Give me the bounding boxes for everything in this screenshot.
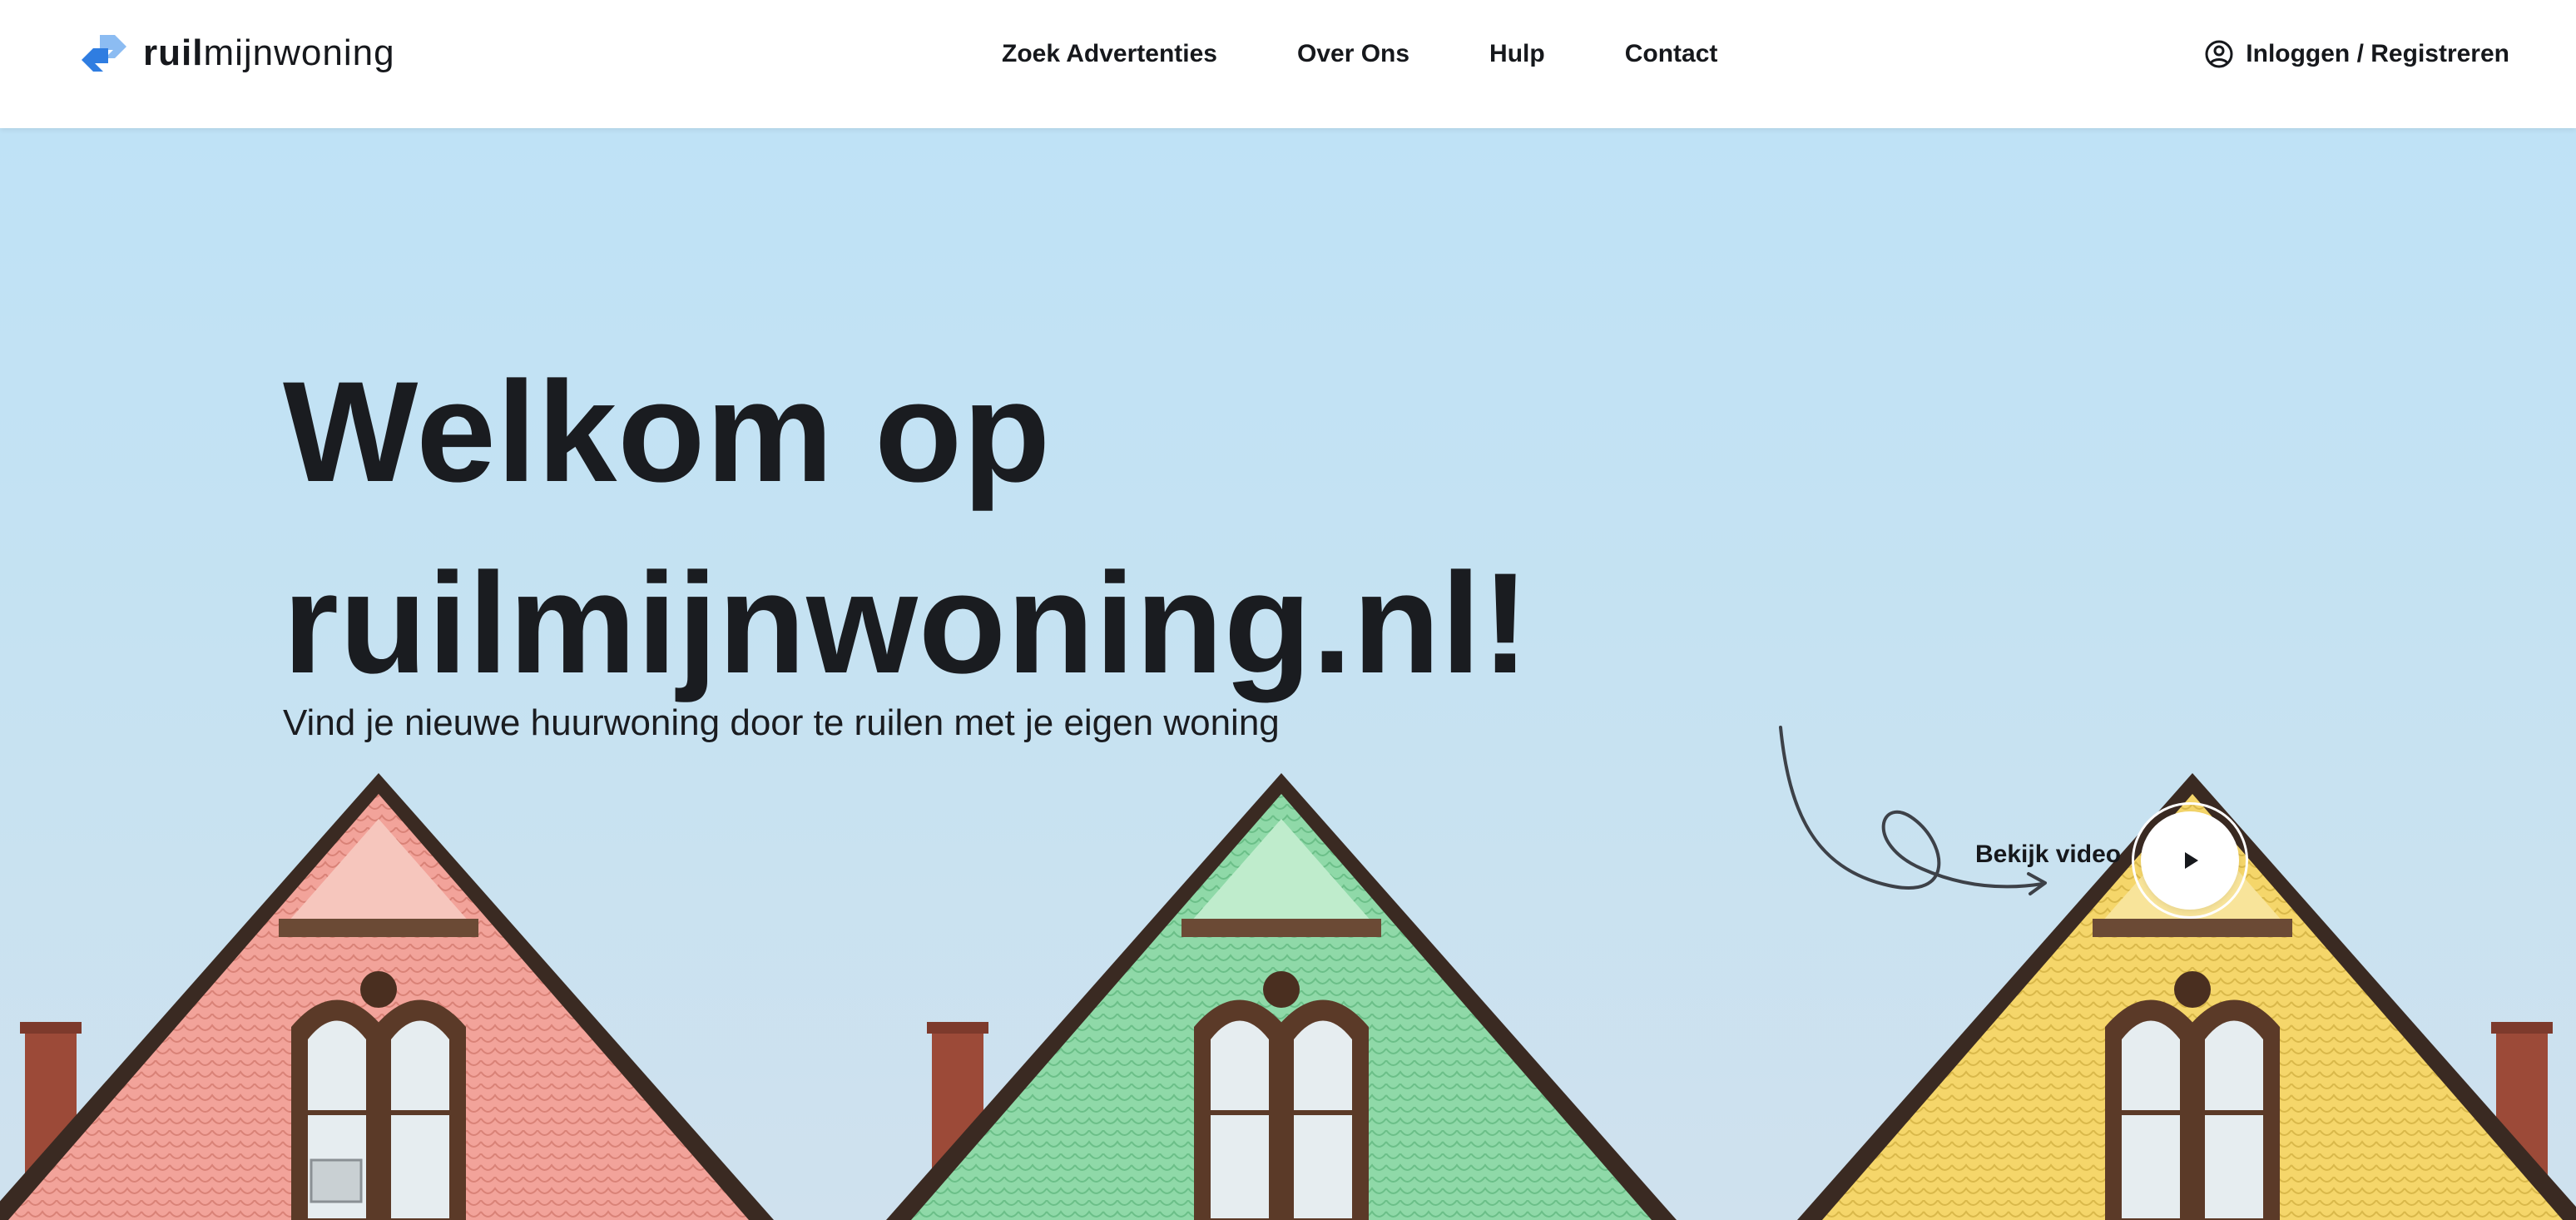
nav-hulp[interactable]: Hulp [1489,40,1545,68]
brand-name-light: mijnwoning [203,32,395,73]
site-header: ruilmijnwoning Zoek Advertenties Over On… [0,0,2576,128]
nav-contact[interactable]: Contact [1625,40,1718,68]
hero-subtitle: Vind je nieuwe huurwoning door te ruilen… [283,702,1280,743]
brand-logo[interactable]: ruilmijnwoning [75,30,395,77]
hero-section: Welkom op ruilmijnwoning.nl! Vind je nie… [0,128,2576,1220]
login-register-label: Inloggen / Registreren [2246,40,2509,67]
play-icon [2185,852,2198,869]
play-video-button-inner [2141,811,2239,910]
video-cta: Bekijk video [1764,594,2263,927]
brand-name: ruilmijnwoning [143,30,395,77]
watch-video-label[interactable]: Bekijk video [1975,841,2121,869]
swap-arrows-icon [82,35,126,72]
hero-title-line-2: ruilmijnwoning.nl! [283,543,1530,703]
brand-name-bold: ruil [143,32,204,73]
curly-arrow-icon [1779,726,2047,895]
nav-zoek-advertenties[interactable]: Zoek Advertenties [1002,40,1217,68]
hero-title-line-1: Welkom op [283,352,1052,512]
main-nav: Zoek Advertenties Over Ons Hulp Contact [1002,33,1717,75]
play-video-button[interactable] [2132,802,2248,919]
login-register-link[interactable]: Inloggen / Registreren [2204,33,2509,75]
user-circle-icon [2205,40,2233,68]
hero-title: Welkom op ruilmijnwoning.nl! [283,336,1530,719]
nav-over-ons[interactable]: Over Ons [1297,40,1409,68]
